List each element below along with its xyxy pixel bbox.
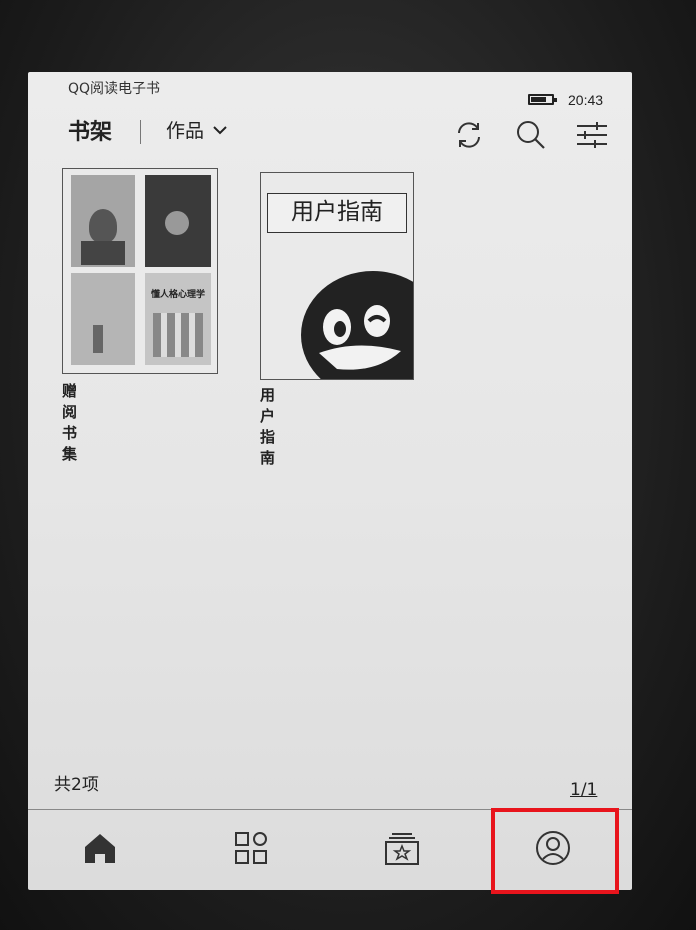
- mini-cover-title: 懂人格心理学: [150, 290, 205, 300]
- store-icon: [385, 833, 419, 865]
- book-title: 用户指南: [260, 386, 276, 467]
- battery-icon: [528, 94, 557, 105]
- status-bar: QQ阅读电子书 20:43: [28, 72, 632, 114]
- qq-penguin-icon: [301, 271, 413, 379]
- page-title: 书架: [68, 120, 113, 145]
- tab-store[interactable]: [377, 824, 427, 872]
- e-reader-screen: QQ阅读电子书 20:43 书架 作品 懂人格心理学 赠阅书集 用户指南 用户指…: [28, 72, 632, 890]
- works-filter-dropdown[interactable]: 作品: [166, 116, 228, 143]
- app-name: QQ阅读电子书: [68, 81, 161, 97]
- book-title: 赠阅书集: [62, 382, 78, 463]
- bookshelf-header: 书架 作品: [28, 114, 632, 164]
- home-icon: [85, 834, 115, 863]
- mini-cover: [145, 175, 211, 267]
- search-icon[interactable]: [514, 118, 548, 152]
- page-indicator[interactable]: 1/1: [570, 780, 597, 800]
- book-cover-collage: 懂人格心理学: [62, 168, 218, 374]
- categories-icon: [235, 832, 267, 864]
- clock: 20:43: [568, 92, 604, 108]
- works-filter-label: 作品: [166, 120, 205, 142]
- mini-cover: 懂人格心理学: [145, 273, 211, 365]
- profile-tab-highlight: [491, 808, 619, 894]
- filter-settings-icon[interactable]: [575, 118, 609, 152]
- tab-categories[interactable]: [226, 824, 276, 872]
- tab-home[interactable]: [75, 824, 125, 872]
- header-divider: [140, 120, 141, 144]
- book-cover-user-guide: 用户指南: [260, 172, 414, 380]
- mini-cover: [71, 175, 135, 267]
- sync-icon[interactable]: [452, 118, 486, 152]
- item-count: 共2项: [54, 775, 99, 795]
- mini-cover: [71, 273, 135, 365]
- cover-title-label: 用户指南: [267, 193, 407, 233]
- chevron-down-icon: [213, 125, 227, 134]
